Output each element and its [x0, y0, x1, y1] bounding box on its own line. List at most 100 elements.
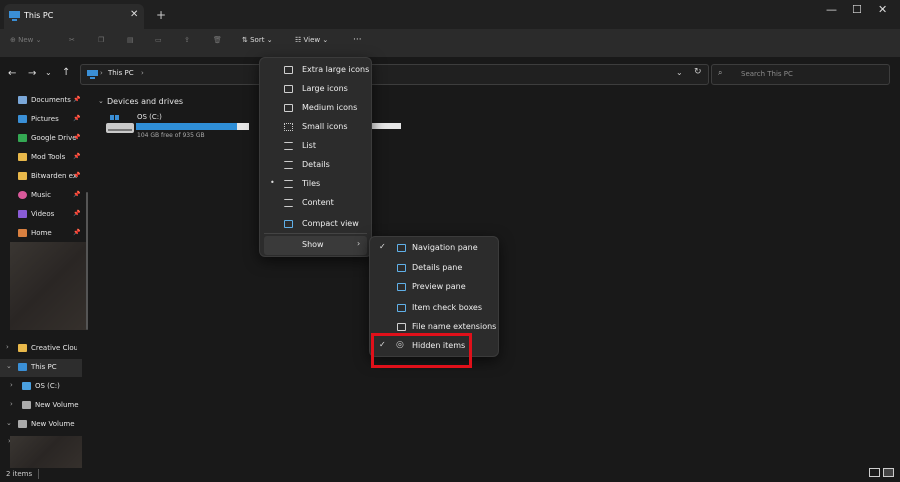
folder-icon: [18, 153, 27, 161]
blurred-region: [10, 436, 82, 468]
sort-label: Sort: [250, 36, 265, 44]
command-bar: [0, 29, 900, 57]
menu-item-label: Details: [302, 160, 330, 169]
chevron-down-icon: ⌄: [322, 36, 329, 44]
menu-item-label: Content: [302, 198, 334, 207]
share-icon[interactable]: ⇪: [184, 36, 190, 44]
sidebar-item-home[interactable]: Home 📌: [0, 225, 86, 243]
maximize-button[interactable]: ☐: [852, 3, 862, 16]
sidebar-item-documents[interactable]: Documents 📌: [0, 92, 86, 110]
drive-usage-bar-partial: [371, 123, 401, 129]
forward-arrow-icon[interactable]: →: [28, 68, 36, 79]
folder-icon: [18, 172, 27, 180]
hard-drive-icon: [106, 115, 134, 133]
rename-icon[interactable]: ▭: [155, 36, 162, 44]
menu-item-medium-icons[interactable]: Medium icons: [264, 99, 367, 118]
sidebar-item-videos[interactable]: Videos 📌: [0, 206, 86, 224]
menu-item-show[interactable]: Show ›: [264, 236, 367, 255]
check-box-icon: [397, 304, 406, 312]
up-arrow-icon[interactable]: ↑: [62, 67, 70, 78]
cut-icon[interactable]: ✂: [69, 36, 75, 44]
minimize-button[interactable]: —: [826, 3, 837, 16]
view-button[interactable]: ☷ View ⌄: [295, 36, 328, 44]
menu-item-compact-view[interactable]: Compact view: [264, 215, 367, 234]
menu-item-list[interactable]: List: [264, 137, 367, 156]
pin-icon: 📌: [73, 96, 81, 103]
menu-item-preview-pane[interactable]: Preview pane: [374, 278, 494, 297]
breadcrumb[interactable]: This PC: [108, 69, 134, 77]
close-window-button[interactable]: ✕: [878, 3, 887, 16]
pictures-icon: [18, 115, 27, 123]
menu-item-content[interactable]: Content: [264, 194, 367, 213]
sidebar-item-label: Mod Tools: [31, 153, 66, 161]
sidebar-item-pictures[interactable]: Pictures 📌: [0, 111, 86, 129]
sidebar-item-label: Bitwarden ex: [31, 172, 77, 180]
menu-item-details[interactable]: Details: [264, 156, 367, 175]
new-button[interactable]: ⊕ New ⌄: [10, 36, 42, 44]
search-icon: ⌕: [718, 68, 723, 77]
search-box[interactable]: ⌕ Search This PC: [711, 64, 890, 85]
tab-this-pc[interactable]: This PC ✕: [4, 4, 144, 29]
more-options-button[interactable]: ···: [353, 35, 362, 45]
sidebar-item-label: Documents: [31, 96, 71, 104]
view-label: View: [303, 36, 321, 44]
drive-icon: [18, 420, 27, 428]
menu-item-label: Preview pane: [412, 282, 466, 291]
tree-item-new-volume-d[interactable]: ⌄ New Volume (D:: [0, 416, 86, 434]
menu-item-tiles[interactable]: • Tiles: [264, 175, 367, 194]
sidebar-item-mod-tools[interactable]: Mod Tools 📌: [0, 149, 86, 167]
menu-item-item-check-boxes[interactable]: Item check boxes: [374, 299, 494, 318]
medium-icons-icon: [284, 104, 293, 112]
pin-icon: 📌: [73, 210, 81, 217]
section-chevron-icon[interactable]: ⌄: [98, 97, 104, 105]
menu-item-details-pane[interactable]: Details pane: [374, 259, 494, 278]
sidebar-item-bitwarden[interactable]: Bitwarden ex 📌: [0, 168, 86, 186]
new-tab-button[interactable]: +: [156, 8, 166, 22]
details-view-icon[interactable]: [869, 468, 880, 477]
copy-icon[interactable]: ❐: [98, 36, 104, 44]
chevron-right-icon[interactable]: ›: [6, 343, 9, 351]
chevron-right-icon[interactable]: ›: [10, 381, 13, 389]
tree-item-new-volume-i[interactable]: › New Volume (I: [4, 397, 90, 415]
music-icon: [18, 191, 27, 199]
tree-item-creative-cloud[interactable]: › Creative Cloud F: [0, 340, 86, 358]
drive-icon: [22, 401, 31, 409]
menu-item-extra-large-icons[interactable]: Extra large icons: [264, 61, 370, 80]
recent-chevron-icon[interactable]: ⌄: [45, 68, 52, 77]
address-dropdown-icon[interactable]: ⌄: [676, 68, 683, 77]
small-icons-icon: [284, 123, 293, 131]
refresh-icon[interactable]: ↻: [694, 67, 702, 77]
sidebar-item-music[interactable]: Music 📌: [0, 187, 86, 205]
menu-item-label: List: [302, 141, 316, 150]
sidebar-scrollbar[interactable]: [86, 192, 88, 330]
pin-icon: 📌: [73, 153, 81, 160]
tiles-view-icon[interactable]: [883, 468, 894, 477]
close-tab-icon[interactable]: ✕: [130, 9, 138, 20]
drive-free-text: 104 GB free of 935 GB: [137, 132, 205, 139]
menu-item-navigation-pane[interactable]: ✓ Navigation pane: [374, 239, 494, 258]
view-icon: ☷: [295, 36, 302, 44]
delete-icon[interactable]: 🗑: [213, 36, 222, 44]
sidebar-item-google-drive[interactable]: Google Drive 📌: [0, 130, 86, 148]
sidebar-item-label: Music: [31, 191, 51, 199]
menu-item-small-icons[interactable]: Small icons: [264, 118, 367, 137]
paste-icon[interactable]: ▤: [127, 36, 134, 44]
tab-label: This PC: [24, 11, 54, 20]
sort-button[interactable]: ⇅ Sort ⌄: [242, 36, 273, 44]
menu-item-label: Extra large icons: [302, 65, 370, 74]
search-placeholder[interactable]: Search This PC: [741, 70, 793, 78]
tree-item-this-pc[interactable]: ⌄ This PC: [0, 359, 82, 377]
file-extension-icon: [397, 323, 406, 331]
sort-icon: ⇅: [242, 36, 248, 44]
drive-name: OS (C:): [137, 113, 162, 121]
back-arrow-icon[interactable]: ←: [8, 68, 16, 79]
chevron-down-icon[interactable]: ⌄: [6, 419, 12, 427]
chevron-down-icon[interactable]: ⌄: [6, 362, 12, 370]
menu-item-label: Details pane: [412, 263, 463, 272]
chevron-right-icon[interactable]: ›: [10, 400, 13, 408]
address-bar[interactable]: › This PC › ⌄ ↻: [80, 64, 709, 85]
menu-item-large-icons[interactable]: Large icons: [264, 80, 367, 99]
drive-tile-os-c[interactable]: OS (C:) 104 GB free of 935 GB: [104, 111, 254, 141]
tree-item-os-c[interactable]: › OS (C:): [4, 378, 90, 396]
navigation-pane-icon: [397, 244, 406, 252]
